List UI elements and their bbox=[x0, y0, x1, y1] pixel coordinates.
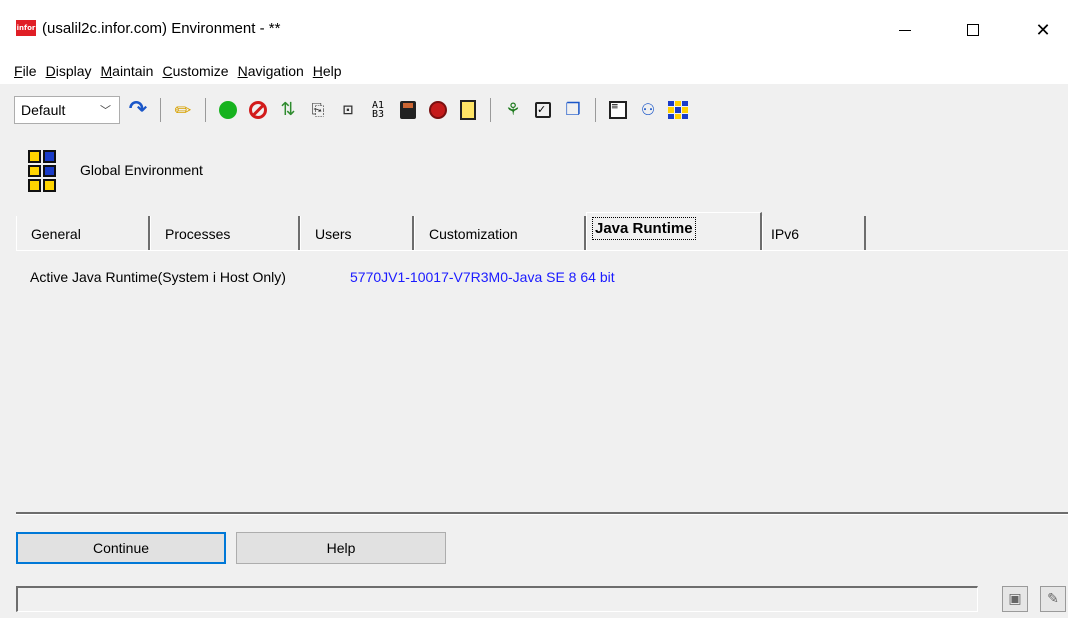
infor-logo-icon: infor bbox=[16, 20, 36, 36]
tab-ipv6[interactable]: IPv6 bbox=[762, 216, 866, 250]
minimize-button[interactable] bbox=[882, 14, 928, 46]
view-select[interactable]: Default ﹀ bbox=[14, 96, 120, 124]
java-runtime-panel: Active Java Runtime(System i Host Only) … bbox=[16, 250, 1068, 512]
pencil-icon[interactable]: ✏ bbox=[171, 98, 195, 122]
close-button[interactable]: ✕ bbox=[1020, 14, 1066, 46]
menu-display[interactable]: Display bbox=[46, 63, 92, 79]
tab-general[interactable]: General bbox=[16, 216, 150, 250]
alphanumeric-icon[interactable]: A1 B3 bbox=[366, 98, 390, 122]
chevron-down-icon: ﹀ bbox=[100, 104, 111, 117]
continue-button[interactable]: Continue bbox=[16, 532, 226, 564]
page-title: Global Environment bbox=[80, 162, 203, 178]
swap-icon[interactable]: ⇅ bbox=[276, 98, 300, 122]
menu-customize[interactable]: Customize bbox=[162, 63, 228, 79]
tab-customization[interactable]: Customization bbox=[414, 216, 586, 250]
toolbar-separator bbox=[205, 98, 206, 122]
maximize-icon bbox=[967, 24, 979, 36]
help-button[interactable]: Help bbox=[236, 532, 446, 564]
tab-users[interactable]: Users bbox=[300, 216, 414, 250]
title-bar: infor (usalil2c.infor.com) Environment -… bbox=[0, 0, 1068, 58]
start-icon[interactable] bbox=[216, 98, 240, 122]
tab-java-runtime[interactable]: Java Runtime bbox=[586, 212, 762, 250]
tab-java-runtime-label: Java Runtime bbox=[592, 217, 696, 240]
toolbar-separator bbox=[595, 98, 596, 122]
grid-icon[interactable] bbox=[666, 98, 690, 122]
red-circle-icon[interactable] bbox=[426, 98, 450, 122]
toolbar: Default ﹀ ↷ ✏ ⇅ ⎘ ⊡ A1 B3 ⚘ ✓ ❐ ≡ ⚇ bbox=[0, 88, 1068, 132]
toolbar-separator bbox=[490, 98, 491, 122]
environment-icon bbox=[28, 150, 56, 192]
window-icon[interactable]: ❐ bbox=[561, 98, 585, 122]
maximize-button[interactable] bbox=[950, 14, 996, 46]
menu-file[interactable]: File bbox=[14, 63, 37, 79]
copy-icon[interactable]: ⎘ bbox=[306, 98, 330, 122]
minimize-icon bbox=[899, 29, 911, 31]
save-icon[interactable] bbox=[396, 98, 420, 122]
tree-icon[interactable]: ⚘ bbox=[501, 98, 525, 122]
clipboard-icon[interactable]: ▣ bbox=[1002, 586, 1028, 612]
menu-maintain[interactable]: Maintain bbox=[101, 63, 154, 79]
menu-navigation[interactable]: Navigation bbox=[238, 63, 304, 79]
menu-bar: File Display Maintain Customize Navigati… bbox=[0, 58, 1068, 84]
refresh-icon[interactable]: ↷ bbox=[126, 98, 150, 122]
view-select-value: Default bbox=[21, 102, 66, 118]
status-bar bbox=[16, 586, 978, 612]
list-icon[interactable]: ≡ bbox=[606, 98, 630, 122]
environment-window: infor (usalil2c.infor.com) Environment -… bbox=[0, 0, 1068, 618]
tab-processes[interactable]: Processes bbox=[150, 216, 300, 250]
close-icon: ✕ bbox=[1035, 19, 1051, 41]
panel-divider bbox=[16, 512, 1068, 515]
stop-icon[interactable] bbox=[246, 98, 270, 122]
window-title: (usalil2c.infor.com) Environment - ** bbox=[42, 20, 281, 37]
menu-help[interactable]: Help bbox=[313, 63, 342, 79]
people-icon[interactable]: ⚇ bbox=[636, 98, 660, 122]
map-icon[interactable]: ⊡ bbox=[336, 98, 360, 122]
note-icon[interactable] bbox=[456, 98, 480, 122]
java-runtime-label: Active Java Runtime(System i Host Only) bbox=[30, 269, 286, 285]
edit-icon[interactable]: ✎ bbox=[1040, 586, 1066, 612]
java-runtime-value: 5770JV1-10017-V7R3M0-Java SE 8 64 bit bbox=[350, 269, 615, 285]
checklist-icon[interactable]: ✓ bbox=[531, 98, 555, 122]
toolbar-separator bbox=[160, 98, 161, 122]
